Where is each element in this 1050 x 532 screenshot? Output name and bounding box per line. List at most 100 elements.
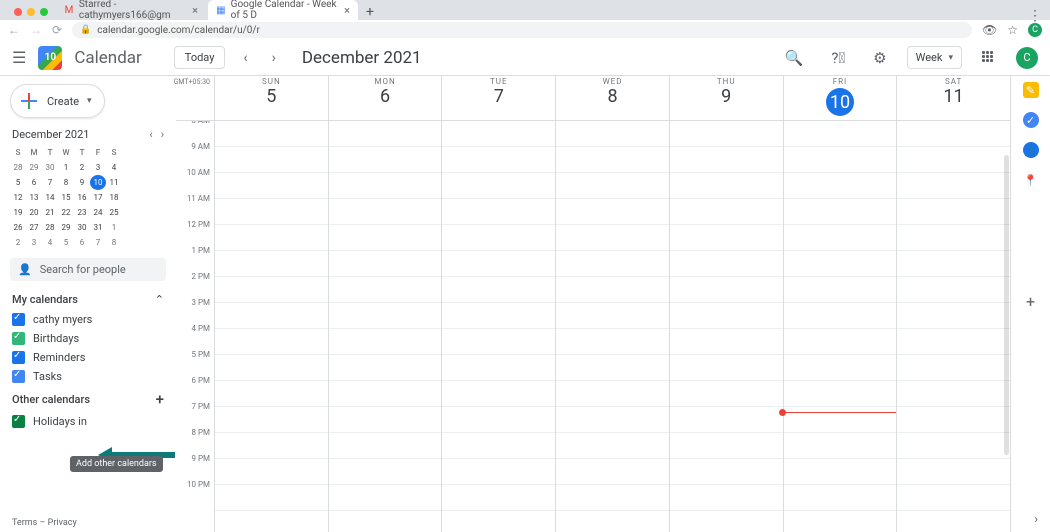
chrome-menu-icon[interactable]: ⋮ — [1028, 8, 1042, 24]
mini-day[interactable]: 5 — [58, 235, 74, 250]
search-people-input[interactable]: 👤 Search for people — [10, 258, 166, 281]
mini-day[interactable]: 3 — [90, 160, 106, 175]
time-slot[interactable] — [784, 355, 897, 381]
mini-next-button[interactable]: › — [161, 128, 164, 141]
time-slot[interactable] — [215, 225, 328, 251]
time-slot[interactable] — [670, 485, 783, 511]
back-button[interactable]: ← — [8, 23, 20, 37]
day-header[interactable]: SUN5 — [214, 76, 328, 120]
checkbox[interactable] — [12, 313, 25, 326]
mini-day[interactable]: 14 — [42, 190, 58, 205]
mini-day[interactable]: 30 — [42, 160, 58, 175]
time-slot[interactable] — [215, 173, 328, 199]
mini-day[interactable]: 21 — [42, 205, 58, 220]
mini-day[interactable]: 24 — [90, 205, 106, 220]
day-header[interactable]: TUE7 — [441, 76, 555, 120]
time-slot[interactable] — [556, 355, 669, 381]
day-header[interactable]: FRI10 — [783, 76, 897, 120]
window-controls[interactable] — [8, 4, 54, 20]
time-slot[interactable] — [670, 459, 783, 485]
contacts-icon[interactable]: 👤 — [1023, 142, 1039, 158]
time-slot[interactable] — [556, 225, 669, 251]
calendar-item[interactable]: Holidays in — [10, 412, 166, 431]
close-window-icon[interactable] — [14, 8, 22, 16]
day-header[interactable]: THU9 — [669, 76, 783, 120]
checkbox[interactable] — [12, 351, 25, 364]
time-slot[interactable] — [442, 121, 555, 147]
time-slot[interactable] — [670, 225, 783, 251]
main-menu-button[interactable]: ☰ — [12, 48, 26, 67]
calendar-item[interactable]: Birthdays — [10, 329, 166, 348]
time-slot[interactable] — [556, 329, 669, 355]
mini-day[interactable]: 29 — [58, 220, 74, 235]
checkbox[interactable] — [12, 370, 25, 383]
time-slot[interactable] — [442, 485, 555, 511]
reload-button[interactable]: ⟳ — [52, 23, 62, 37]
time-slot[interactable] — [215, 329, 328, 355]
time-slot[interactable] — [670, 381, 783, 407]
time-slot[interactable] — [897, 433, 1010, 459]
day-number[interactable]: 8 — [607, 86, 617, 107]
calendar-item[interactable]: Tasks — [10, 367, 166, 386]
mini-day[interactable]: 11 — [106, 175, 122, 190]
time-slot[interactable] — [442, 147, 555, 173]
time-slot[interactable] — [556, 407, 669, 433]
time-slot[interactable] — [784, 381, 897, 407]
mini-day[interactable]: 3 — [26, 235, 42, 250]
time-slot[interactable] — [442, 173, 555, 199]
mini-day[interactable]: 27 — [26, 220, 42, 235]
hide-panel-button[interactable]: › — [1034, 512, 1038, 526]
day-header[interactable]: WED8 — [555, 76, 669, 120]
time-slot[interactable] — [670, 199, 783, 225]
maps-icon[interactable]: 📍 — [1023, 172, 1039, 188]
mini-day[interactable]: 5 — [10, 175, 26, 190]
time-slot[interactable] — [897, 251, 1010, 277]
time-slot[interactable] — [442, 277, 555, 303]
time-slot[interactable] — [329, 485, 442, 511]
eye-icon[interactable]: 👁 — [982, 23, 997, 37]
time-slot[interactable] — [442, 381, 555, 407]
time-slot[interactable] — [556, 303, 669, 329]
time-slot[interactable] — [215, 303, 328, 329]
time-slot[interactable] — [670, 277, 783, 303]
url-input[interactable]: 🔒 calendar.google.com/calendar/u/0/r — [72, 22, 972, 38]
time-slot[interactable] — [215, 355, 328, 381]
mini-day[interactable]: 30 — [74, 220, 90, 235]
time-slot[interactable] — [329, 147, 442, 173]
time-slot[interactable] — [670, 303, 783, 329]
time-slot[interactable] — [442, 199, 555, 225]
day-number[interactable]: 5 — [266, 86, 276, 107]
maximize-window-icon[interactable] — [40, 8, 48, 16]
time-slot[interactable] — [329, 459, 442, 485]
minimize-window-icon[interactable] — [27, 8, 35, 16]
time-slot[interactable] — [442, 459, 555, 485]
day-header[interactable]: SAT11 — [896, 76, 1010, 120]
time-slot[interactable] — [670, 251, 783, 277]
time-slot[interactable] — [556, 251, 669, 277]
day-header[interactable]: MON6 — [328, 76, 442, 120]
time-slot[interactable] — [329, 121, 442, 147]
new-tab-button[interactable]: + — [358, 4, 382, 20]
mini-prev-button[interactable]: ‹ — [149, 128, 152, 141]
keep-icon[interactable]: ✎ — [1023, 82, 1039, 98]
time-slot[interactable] — [556, 459, 669, 485]
time-slot[interactable] — [670, 433, 783, 459]
mini-day[interactable]: 18 — [106, 190, 122, 205]
browser-tab-gmail[interactable]: M Starred - cathymyers166@gm × — [56, 0, 206, 20]
google-apps-button[interactable] — [974, 51, 1004, 65]
mini-day[interactable]: 23 — [74, 205, 90, 220]
time-slot[interactable] — [784, 173, 897, 199]
time-slot[interactable] — [897, 459, 1010, 485]
privacy-link[interactable]: Privacy — [48, 518, 77, 528]
time-slot[interactable] — [784, 199, 897, 225]
time-slot[interactable] — [897, 355, 1010, 381]
day-column[interactable] — [783, 121, 897, 532]
time-slot[interactable] — [784, 251, 897, 277]
addons-button[interactable]: + — [1026, 292, 1035, 311]
browser-tab-calendar[interactable]: ▦ Google Calendar - Week of 5 D × — [208, 0, 358, 20]
day-column[interactable] — [214, 121, 328, 532]
mini-day[interactable]: 28 — [10, 160, 26, 175]
time-grid[interactable]: 8 AM9 AM10 AM11 AM12 PM1 PM2 PM3 PM4 PM5… — [176, 121, 1010, 532]
time-slot[interactable] — [329, 433, 442, 459]
mini-day[interactable]: 13 — [26, 190, 42, 205]
